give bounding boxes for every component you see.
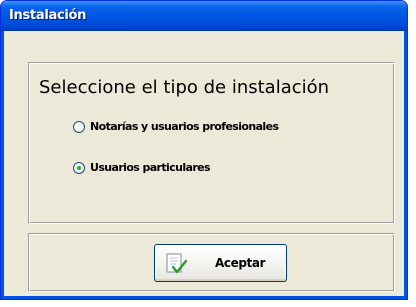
radio-label-notarias[interactable]: Notarías y usuarios profesionales: [90, 120, 279, 133]
dialog-heading: Seleccione el tipo de instalación: [39, 77, 330, 98]
radio-button-particulares[interactable]: [73, 161, 85, 174]
accept-button-label: Aceptar: [215, 256, 266, 270]
window-frame-bottom: [1, 296, 407, 299]
button-group: Aceptar: [28, 233, 395, 292]
installation-dialog: Instalación Seleccione el tipo de instal…: [0, 0, 408, 300]
window-title: Instalación: [9, 8, 87, 23]
radio-button-notarias[interactable]: [73, 120, 85, 133]
radio-option-notarias[interactable]: Notarías y usuarios profesionales: [73, 120, 279, 133]
window-frame-right: [404, 31, 407, 299]
radio-option-particulares[interactable]: Usuarios particulares: [73, 161, 211, 174]
radio-label-particulares[interactable]: Usuarios particulares: [90, 161, 211, 174]
title-bar[interactable]: Instalación: [1, 1, 407, 31]
accept-button[interactable]: Aceptar: [154, 244, 287, 282]
document-check-icon: [166, 253, 187, 274]
window-frame-left: [1, 31, 4, 299]
install-type-group: Seleccione el tipo de instalación Notarí…: [28, 62, 395, 224]
